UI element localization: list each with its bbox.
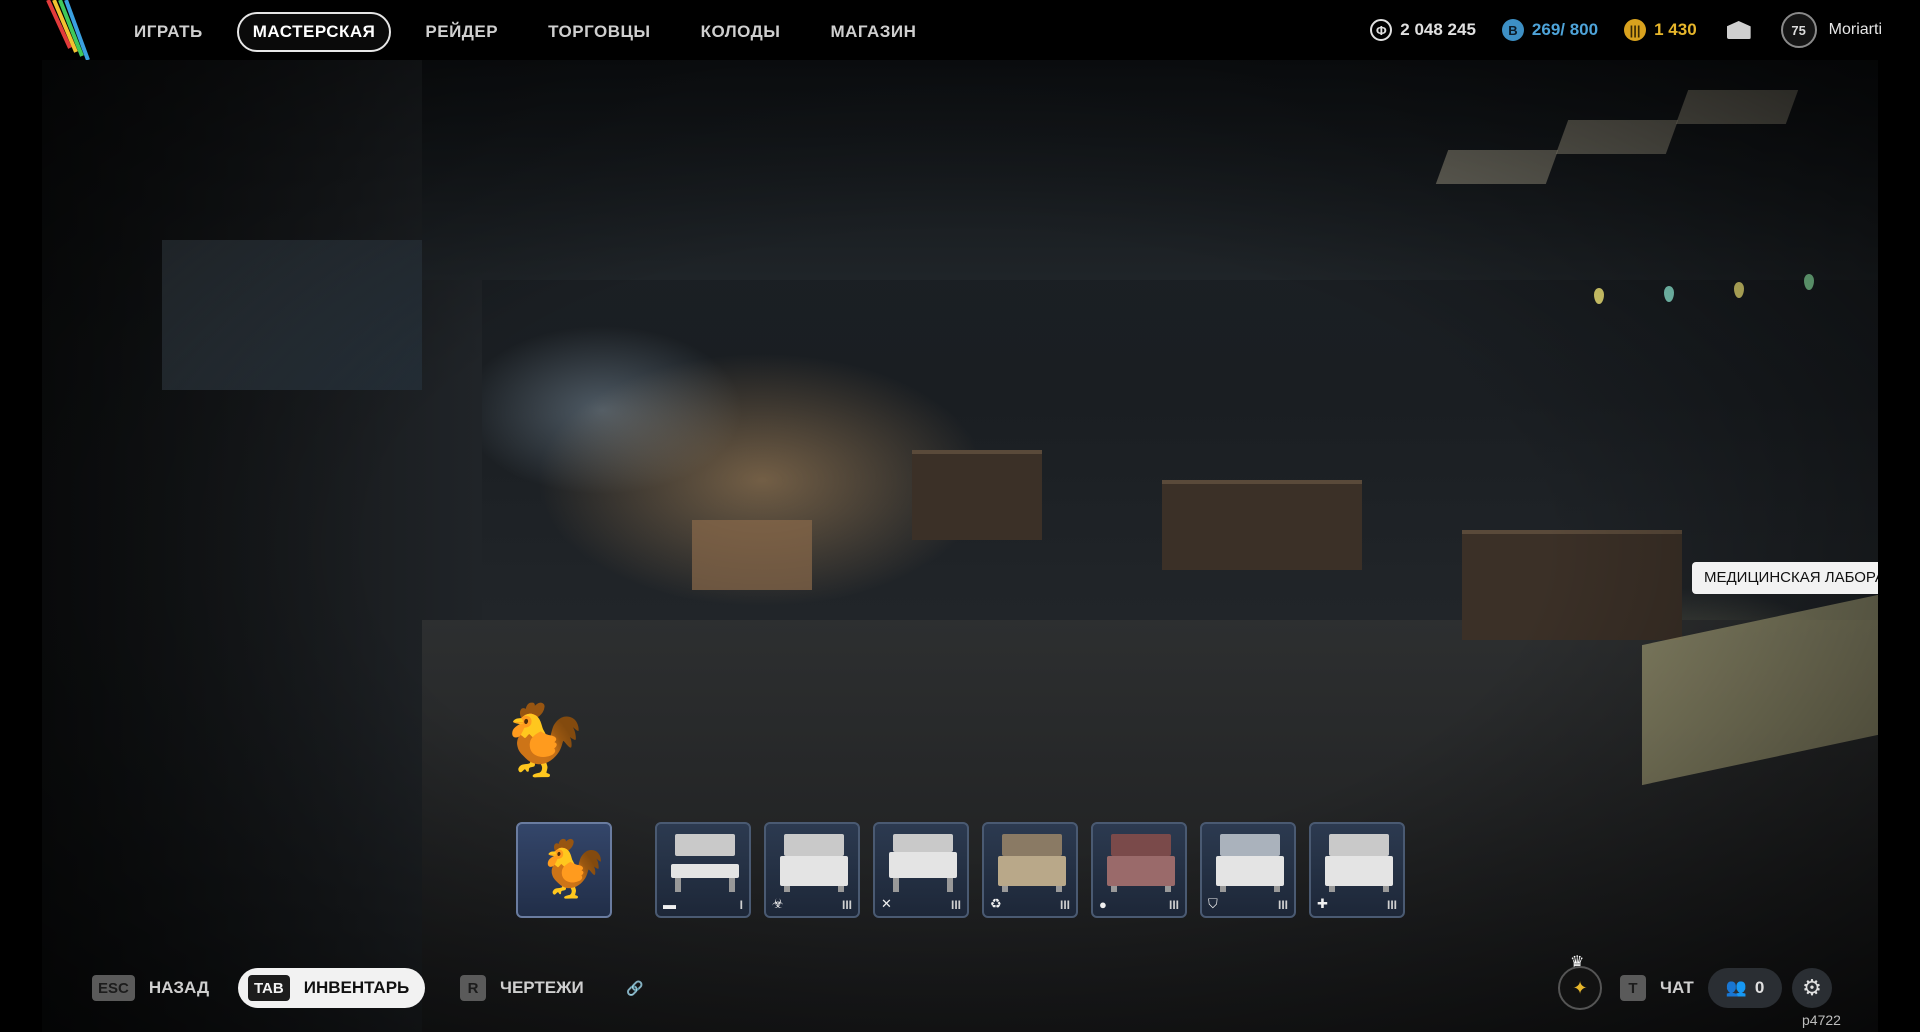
esc-key: ESC — [92, 975, 135, 1001]
slot-level: III — [1386, 898, 1397, 912]
slot-workbench-2[interactable]: ☣ III — [764, 822, 860, 918]
inventory-button[interactable]: TAB ИНВЕНТАРЬ — [238, 968, 426, 1008]
recycle-icon: ♻ — [990, 896, 1002, 911]
player-level-badge[interactable]: 75 — [1780, 12, 1817, 48]
nav-workshop[interactable]: МАСТЕРСКАЯ — [236, 12, 392, 52]
slot-level: III — [950, 898, 961, 912]
tab-key: TAB — [248, 975, 290, 1001]
shield-icon: ⛉ — [1208, 896, 1218, 911]
workbench-image — [1107, 834, 1175, 892]
back-button[interactable]: ESC НАЗАД — [92, 970, 209, 1006]
mail-icon[interactable] — [1727, 21, 1751, 39]
chat-button[interactable]: T ЧАТ — [1620, 970, 1694, 1006]
slot-workbench-7[interactable]: ✚ III — [1309, 822, 1405, 918]
workbench-image — [1325, 834, 1393, 892]
slot-workbench-5[interactable]: ● III — [1091, 822, 1187, 918]
t-key: T — [1620, 975, 1646, 1001]
slot-level: III — [1059, 898, 1070, 912]
bio-icon: ☣ — [772, 896, 784, 911]
workbench-image — [998, 834, 1066, 892]
crossed-tools-icon: ✕ — [881, 896, 892, 911]
back-label: НАЗАД — [148, 978, 210, 997]
workbench-image — [1216, 834, 1284, 892]
station-tooltip: МЕДИЦИНСКАЯ ЛАБОРАТОРИЯ — [1692, 562, 1878, 594]
gear-icon: ⚙ — [1802, 975, 1822, 1000]
slot-level: III — [1168, 898, 1179, 912]
coins-value: 2 048 245 — [1400, 20, 1476, 39]
rank-icon: ✦ — [1572, 977, 1588, 998]
nav-shop[interactable]: МАГАЗИН — [814, 12, 932, 52]
nav-play[interactable]: ИГРАТЬ — [118, 12, 219, 52]
top-bar: ИГРАТЬ МАСТЕРСКАЯ РЕЙДЕР ТОРГОВЦЫ КОЛОДЫ… — [0, 0, 1920, 60]
nav-decks[interactable]: КОЛОДЫ — [685, 12, 797, 52]
coin-icon: Φ — [1370, 19, 1393, 41]
slot-level: III — [1277, 898, 1288, 912]
nav-traders[interactable]: ТОРГОВЦЫ — [532, 12, 667, 52]
blueprints-label: ЧЕРТЕЖИ — [500, 978, 584, 997]
battlepass-value: 269/ 800 — [1531, 20, 1599, 39]
currency-bar: Φ 2 048 245 B 269/ 800 ||| 1 430 75 Mori… — [1344, 12, 1882, 48]
workbench-image — [671, 834, 739, 892]
rank-badge[interactable]: ✦ — [1558, 966, 1602, 1010]
gold-balance[interactable]: ||| 1 430 — [1624, 19, 1697, 41]
friends-count: 0 — [1754, 978, 1765, 997]
settings-button[interactable]: ⚙ — [1792, 968, 1832, 1008]
build-id: p4722 — [1802, 1012, 1841, 1028]
link-icon: 🔗 — [626, 980, 644, 996]
bottom-bar: ESC НАЗАД TAB ИНВЕНТАРЬ R ЧЕРТЕЖИ 🔗 ♛ ✦ … — [0, 954, 1920, 1010]
grenade-icon: ● — [1099, 897, 1107, 912]
workbench-image — [889, 834, 957, 892]
slot-workbench-6[interactable]: ⛉ III — [1200, 822, 1296, 918]
workbench-image — [780, 834, 848, 892]
battlepass-icon: B — [1501, 19, 1524, 41]
bed-icon: ▬ — [663, 897, 676, 912]
slot-workbench-1[interactable]: ▬ I — [655, 822, 751, 918]
r-key: R — [460, 975, 486, 1001]
player-username[interactable]: Moriarti — [1829, 21, 1882, 39]
medical-cross-icon: ✚ — [1317, 896, 1328, 911]
battlepass-progress[interactable]: B 269/ 800 — [1501, 19, 1599, 41]
gold-icon: ||| — [1624, 19, 1647, 41]
slot-workbench-3[interactable]: ✕ III — [873, 822, 969, 918]
chicken-icon[interactable]: 🐓 — [500, 700, 587, 782]
main-nav: ИГРАТЬ МАСТЕРСКАЯ РЕЙДЕР ТОРГОВЦЫ КОЛОДЫ… — [118, 12, 950, 52]
friends-icon: 👥 — [1725, 978, 1747, 997]
slot-level: I — [739, 898, 743, 912]
game-logo-icon — [46, 0, 90, 60]
slot-workbench-4[interactable]: ♻ III — [982, 822, 1078, 918]
blueprints-button[interactable]: R ЧЕРТЕЖИ — [460, 970, 584, 1006]
slot-level: III — [841, 898, 852, 912]
gold-value: 1 430 — [1654, 20, 1697, 39]
chat-label: ЧАТ — [1660, 978, 1694, 997]
nav-raider[interactable]: РЕЙДЕР — [409, 12, 514, 52]
inventory-label: ИНВЕНТАРЬ — [303, 978, 410, 997]
coins-balance[interactable]: Φ 2 048 245 — [1370, 19, 1476, 41]
slot-chicken[interactable]: 🐓 — [516, 822, 612, 918]
friends-button[interactable]: 👥 0 — [1708, 968, 1782, 1008]
chicken-icon: 🐓 — [538, 837, 608, 900]
